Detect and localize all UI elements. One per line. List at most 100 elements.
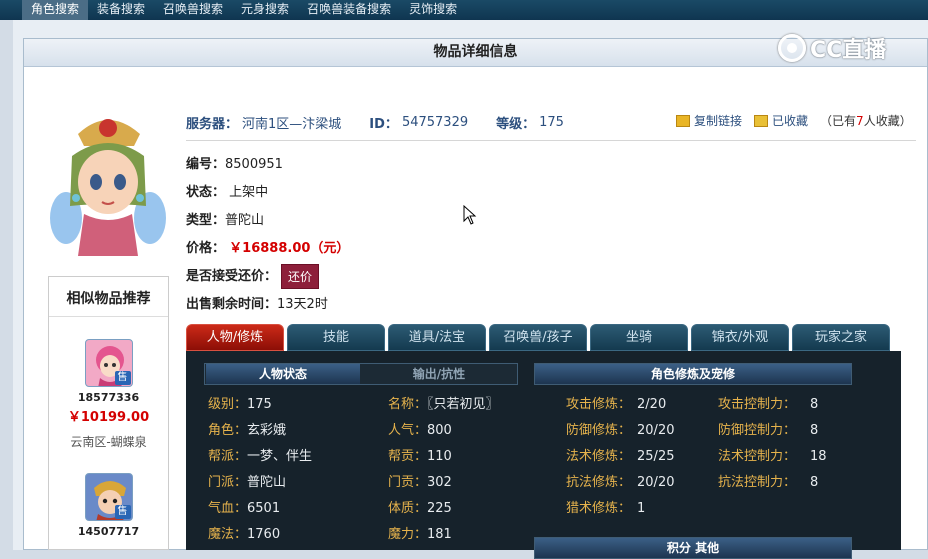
- level-value: 175: [539, 114, 564, 130]
- nav-summon-equipment-search[interactable]: 召唤兽装备搜索: [298, 0, 400, 20]
- cult-defense-label: 防御修炼：: [566, 423, 632, 438]
- logo-text: CC直播: [810, 38, 887, 63]
- subtab-character-status[interactable]: 人物状态: [206, 364, 360, 384]
- stat-sect: 门派：普陀山: [208, 471, 286, 490]
- similar-items-title: 相似物品推荐: [49, 277, 168, 317]
- similar-item-avatar[interactable]: 售: [84, 339, 133, 387]
- bargain-button[interactable]: 还价: [281, 264, 320, 289]
- cult-attack-control-value: 8: [810, 397, 819, 412]
- tab-mounts[interactable]: 坐骑: [590, 324, 688, 351]
- tab-items[interactable]: 道具/法宝: [388, 324, 486, 351]
- tab-character[interactable]: 人物/修炼: [186, 324, 284, 351]
- type-value: 普陀山: [225, 213, 265, 228]
- favorite-count-suffix: 人收藏）: [863, 114, 912, 128]
- stat-constitution-label: 体质：: [388, 501, 428, 516]
- stat-name: 名称：〖只若初见〗: [388, 393, 499, 412]
- remaining-time-field: 出售剩余时间：13天2时: [186, 293, 328, 312]
- stat-name-label: 名称：: [388, 397, 428, 412]
- folder-star-icon: [754, 114, 769, 127]
- favorite-count-prefix: （已有: [820, 114, 857, 128]
- favorite-button[interactable]: 已收藏: [754, 112, 808, 129]
- stat-name-value: 〖只若初见〗: [427, 397, 499, 412]
- character-tab-content: 人物状态 输出/抗性 角色修炼及宠修 级别：175 名称：〖只若初见〗 角色：玄…: [186, 351, 901, 559]
- similar-item[interactable]: 售 18577336 ￥10199.00 云南区-蝴蝶泉: [49, 339, 168, 450]
- character-portrait: [48, 106, 168, 256]
- tab-summons[interactable]: 召唤兽/孩子: [489, 324, 587, 351]
- tab-skills[interactable]: 技能: [287, 324, 385, 351]
- nav-yuanshen-search[interactable]: 元身搜索: [232, 0, 298, 20]
- stat-hp: 气血：6501: [208, 497, 280, 516]
- points-section-header: 积分 其他: [534, 537, 852, 559]
- stat-level: 级别：175: [208, 393, 272, 412]
- price-field: 价格： ￥16888.00（元）: [186, 237, 349, 256]
- cult-magic-control-value: 18: [810, 449, 827, 464]
- stat-constitution-value: 225: [427, 501, 452, 516]
- subtab-output-resistance[interactable]: 输出/抗性: [362, 364, 516, 384]
- level-label: 等级：: [496, 116, 536, 132]
- stat-sect-contribution-value: 302: [427, 475, 452, 490]
- bargain-field: 是否接受还价： 还价: [186, 264, 320, 289]
- price-value: ￥16888.00（元）: [229, 241, 350, 256]
- stat-magic-power-label: 魔力：: [388, 527, 428, 542]
- stat-popularity-value: 800: [427, 423, 452, 438]
- copy-link-button[interactable]: 复制链接: [676, 112, 742, 129]
- stat-sect-contribution: 门贡：302: [388, 471, 452, 490]
- similar-item[interactable]: 售 14507717: [49, 473, 168, 538]
- stat-level-label: 级别：: [208, 397, 248, 412]
- status-field: 状态： 上架中: [186, 181, 268, 200]
- id-value: 54757329: [401, 114, 469, 130]
- cult-defense-control-value: 8: [810, 423, 819, 438]
- cult-defense-value: 20/20: [637, 423, 675, 438]
- tab-home[interactable]: 玩家之家: [792, 324, 890, 351]
- nav-summon-search[interactable]: 召唤兽搜索: [154, 0, 232, 20]
- serial-value: 8500951: [225, 157, 283, 172]
- item-actions: 复制链接 已收藏 （已有7人收藏）: [676, 112, 912, 129]
- cult-attack-control: 攻击控制力： 8: [718, 393, 818, 412]
- serial-field: 编号：8500951: [186, 153, 283, 172]
- divider: [186, 140, 916, 141]
- folder-link-icon: [676, 114, 690, 127]
- stat-role: 角色：玄彩娥: [208, 419, 286, 438]
- similar-item-id: 14507717: [77, 525, 140, 538]
- cult-hunting-value: 1: [637, 501, 646, 516]
- cult-magic-control-label: 法术控制力：: [718, 449, 797, 464]
- stat-guild-value: 一梦、伴生: [247, 449, 313, 464]
- nav-equipment-search[interactable]: 装备搜索: [88, 0, 154, 20]
- cult-attack-label: 攻击修炼：: [566, 397, 632, 412]
- stat-mp-label: 魔法：: [208, 527, 248, 542]
- stat-guild-label: 帮派：: [208, 449, 248, 464]
- cult-magic-control: 法术控制力： 18: [718, 445, 827, 464]
- cult-resist-control-value: 8: [810, 475, 819, 490]
- favorite-count-number: 7: [856, 114, 864, 128]
- type-label: 类型：: [186, 213, 226, 228]
- cult-magic-value: 25/25: [637, 449, 675, 464]
- stat-guild-contribution-label: 帮贡：: [388, 449, 428, 464]
- for-sale-badge: 售: [114, 371, 131, 385]
- mouse-cursor-icon: [463, 205, 477, 225]
- stat-mp: 魔法：1760: [208, 523, 280, 542]
- cult-attack-value: 2/20: [637, 397, 667, 412]
- id-label: ID：: [369, 116, 398, 132]
- status-label: 状态：: [186, 185, 226, 200]
- cult-resist: 抗法修炼： 20/20: [566, 471, 674, 490]
- server-label: 服务器：: [186, 116, 239, 132]
- stat-role-value: 玄彩娥: [247, 423, 287, 438]
- price-label: 价格：: [186, 241, 226, 256]
- remaining-time-value: 13天2时: [277, 297, 328, 312]
- stat-popularity-label: 人气：: [388, 423, 428, 438]
- cult-hunting-label: 猎术修炼：: [566, 501, 632, 516]
- favorite-count: （已有7人收藏）: [820, 112, 912, 129]
- similar-item-avatar[interactable]: 售: [84, 473, 133, 521]
- cult-defense-control: 防御控制力： 8: [718, 419, 818, 438]
- similar-items-box: 相似物品推荐 售 18577336 ￥10199.00 云南区-蝴蝶泉 售 14…: [48, 276, 169, 550]
- cult-defense: 防御修炼： 20/20: [566, 419, 674, 438]
- cult-attack: 攻击修炼： 2/20: [566, 393, 666, 412]
- stat-guild-contribution-value: 110: [427, 449, 452, 464]
- tab-outfits[interactable]: 锦衣/外观: [691, 324, 789, 351]
- stat-sect-value: 普陀山: [247, 475, 287, 490]
- stat-level-value: 175: [247, 397, 272, 412]
- nav-ornament-search[interactable]: 灵饰搜索: [400, 0, 466, 20]
- cult-resist-control-label: 抗法控制力：: [718, 475, 797, 490]
- nav-role-search[interactable]: 角色搜索: [22, 0, 89, 20]
- similar-item-server[interactable]: 云南区-蝴蝶泉: [49, 433, 168, 450]
